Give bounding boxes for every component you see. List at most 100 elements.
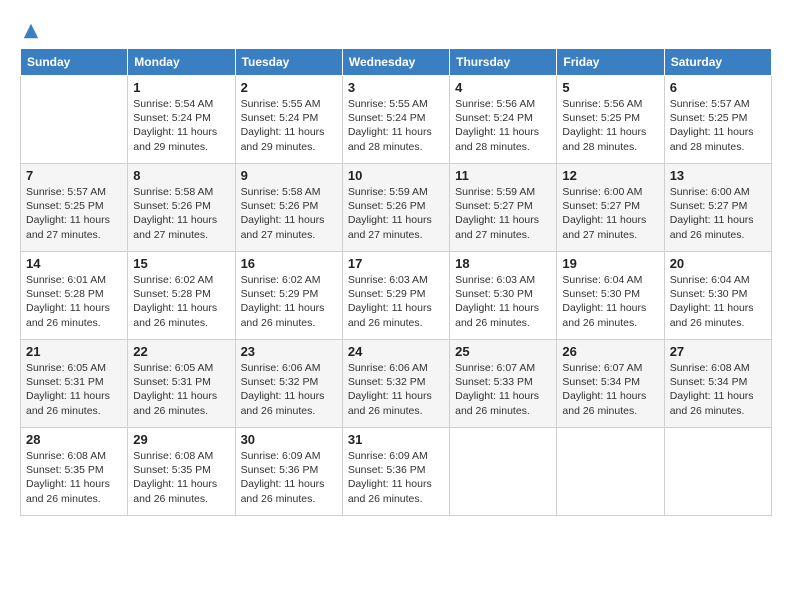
day-info: Sunrise: 6:08 AMSunset: 5:34 PMDaylight:… — [670, 361, 766, 418]
day-info: Sunrise: 6:04 AMSunset: 5:30 PMDaylight:… — [562, 273, 658, 330]
day-info: Sunrise: 5:56 AMSunset: 5:25 PMDaylight:… — [562, 97, 658, 154]
day-info: Sunrise: 5:57 AMSunset: 5:25 PMDaylight:… — [670, 97, 766, 154]
day-number: 5 — [562, 80, 658, 95]
day-number: 14 — [26, 256, 122, 271]
day-number: 3 — [348, 80, 444, 95]
week-row-5: 28 Sunrise: 6:08 AMSunset: 5:35 PMDayligh… — [21, 428, 772, 516]
day-number: 1 — [133, 80, 229, 95]
day-number: 24 — [348, 344, 444, 359]
calendar-cell: 3 Sunrise: 5:55 AMSunset: 5:24 PMDaylight… — [342, 76, 449, 164]
calendar: SundayMondayTuesdayWednesdayThursdayFrid… — [20, 48, 772, 516]
calendar-cell: 12 Sunrise: 6:00 AMSunset: 5:27 PMDayligh… — [557, 164, 664, 252]
calendar-cell: 30 Sunrise: 6:09 AMSunset: 5:36 PMDayligh… — [235, 428, 342, 516]
day-info: Sunrise: 6:08 AMSunset: 5:35 PMDaylight:… — [133, 449, 229, 506]
day-number: 28 — [26, 432, 122, 447]
day-info: Sunrise: 6:06 AMSunset: 5:32 PMDaylight:… — [348, 361, 444, 418]
calendar-cell: 15 Sunrise: 6:02 AMSunset: 5:28 PMDayligh… — [128, 252, 235, 340]
day-info: Sunrise: 5:59 AMSunset: 5:27 PMDaylight:… — [455, 185, 551, 242]
day-info: Sunrise: 6:09 AMSunset: 5:36 PMDaylight:… — [348, 449, 444, 506]
calendar-cell: 4 Sunrise: 5:56 AMSunset: 5:24 PMDaylight… — [450, 76, 557, 164]
calendar-cell: 14 Sunrise: 6:01 AMSunset: 5:28 PMDayligh… — [21, 252, 128, 340]
calendar-cell: 21 Sunrise: 6:05 AMSunset: 5:31 PMDayligh… — [21, 340, 128, 428]
calendar-cell: 7 Sunrise: 5:57 AMSunset: 5:25 PMDaylight… — [21, 164, 128, 252]
day-number: 2 — [241, 80, 337, 95]
calendar-cell: 5 Sunrise: 5:56 AMSunset: 5:25 PMDaylight… — [557, 76, 664, 164]
day-number: 29 — [133, 432, 229, 447]
week-row-3: 14 Sunrise: 6:01 AMSunset: 5:28 PMDayligh… — [21, 252, 772, 340]
day-number: 30 — [241, 432, 337, 447]
weekday-header-tuesday: Tuesday — [235, 49, 342, 76]
calendar-cell: 24 Sunrise: 6:06 AMSunset: 5:32 PMDayligh… — [342, 340, 449, 428]
calendar-cell: 23 Sunrise: 6:06 AMSunset: 5:32 PMDayligh… — [235, 340, 342, 428]
day-info: Sunrise: 5:57 AMSunset: 5:25 PMDaylight:… — [26, 185, 122, 242]
day-number: 7 — [26, 168, 122, 183]
weekday-header-wednesday: Wednesday — [342, 49, 449, 76]
day-info: Sunrise: 6:08 AMSunset: 5:35 PMDaylight:… — [26, 449, 122, 506]
day-number: 9 — [241, 168, 337, 183]
day-info: Sunrise: 6:06 AMSunset: 5:32 PMDaylight:… — [241, 361, 337, 418]
day-info: Sunrise: 6:05 AMSunset: 5:31 PMDaylight:… — [26, 361, 122, 418]
day-number: 23 — [241, 344, 337, 359]
day-info: Sunrise: 6:03 AMSunset: 5:29 PMDaylight:… — [348, 273, 444, 330]
day-info: Sunrise: 5:54 AMSunset: 5:24 PMDaylight:… — [133, 97, 229, 154]
day-number: 4 — [455, 80, 551, 95]
day-number: 12 — [562, 168, 658, 183]
calendar-cell — [21, 76, 128, 164]
calendar-cell: 2Sunrise: 5:55 AMSunset: 5:24 PMDaylight… — [235, 76, 342, 164]
header — [20, 20, 772, 40]
day-number: 13 — [670, 168, 766, 183]
day-info: Sunrise: 6:09 AMSunset: 5:36 PMDaylight:… — [241, 449, 337, 506]
day-info: Sunrise: 5:55 AMSunset: 5:24 PMDaylight:… — [348, 97, 444, 154]
day-info: Sunrise: 5:58 AMSunset: 5:26 PMDaylight:… — [241, 185, 337, 242]
day-number: 27 — [670, 344, 766, 359]
day-number: 26 — [562, 344, 658, 359]
day-info: Sunrise: 5:59 AMSunset: 5:26 PMDaylight:… — [348, 185, 444, 242]
day-number: 31 — [348, 432, 444, 447]
day-info: Sunrise: 6:00 AMSunset: 5:27 PMDaylight:… — [562, 185, 658, 242]
calendar-cell: 6 Sunrise: 5:57 AMSunset: 5:25 PMDaylight… — [664, 76, 771, 164]
weekday-header-monday: Monday — [128, 49, 235, 76]
day-info: Sunrise: 6:07 AMSunset: 5:34 PMDaylight:… — [562, 361, 658, 418]
calendar-cell: 27 Sunrise: 6:08 AMSunset: 5:34 PMDayligh… — [664, 340, 771, 428]
calendar-cell — [664, 428, 771, 516]
day-number: 11 — [455, 168, 551, 183]
calendar-cell: 8Sunrise: 5:58 AMSunset: 5:26 PMDaylight… — [128, 164, 235, 252]
week-row-2: 7 Sunrise: 5:57 AMSunset: 5:25 PMDaylight… — [21, 164, 772, 252]
day-info: Sunrise: 5:56 AMSunset: 5:24 PMDaylight:… — [455, 97, 551, 154]
weekday-header-friday: Friday — [557, 49, 664, 76]
day-info: Sunrise: 6:02 AMSunset: 5:29 PMDaylight:… — [241, 273, 337, 330]
calendar-cell: 29 Sunrise: 6:08 AMSunset: 5:35 PMDayligh… — [128, 428, 235, 516]
calendar-cell — [557, 428, 664, 516]
day-number: 21 — [26, 344, 122, 359]
logo-text — [20, 20, 40, 40]
weekday-header-saturday: Saturday — [664, 49, 771, 76]
day-number: 15 — [133, 256, 229, 271]
calendar-cell: 11 Sunrise: 5:59 AMSunset: 5:27 PMDayligh… — [450, 164, 557, 252]
day-number: 17 — [348, 256, 444, 271]
day-info: Sunrise: 6:02 AMSunset: 5:28 PMDaylight:… — [133, 273, 229, 330]
calendar-cell: 1 Sunrise: 5:54 AMSunset: 5:24 PMDaylight… — [128, 76, 235, 164]
calendar-cell: 22Sunrise: 6:05 AMSunset: 5:31 PMDayligh… — [128, 340, 235, 428]
day-info: Sunrise: 6:00 AMSunset: 5:27 PMDaylight:… — [670, 185, 766, 242]
day-info: Sunrise: 5:58 AMSunset: 5:26 PMDaylight:… — [133, 185, 229, 242]
week-row-4: 21 Sunrise: 6:05 AMSunset: 5:31 PMDayligh… — [21, 340, 772, 428]
day-number: 25 — [455, 344, 551, 359]
week-row-1: 1 Sunrise: 5:54 AMSunset: 5:24 PMDaylight… — [21, 76, 772, 164]
calendar-cell: 9 Sunrise: 5:58 AMSunset: 5:26 PMDaylight… — [235, 164, 342, 252]
calendar-cell: 19 Sunrise: 6:04 AMSunset: 5:30 PMDayligh… — [557, 252, 664, 340]
calendar-cell: 18Sunrise: 6:03 AMSunset: 5:30 PMDayligh… — [450, 252, 557, 340]
day-number: 16 — [241, 256, 337, 271]
day-info: Sunrise: 6:01 AMSunset: 5:28 PMDaylight:… — [26, 273, 122, 330]
calendar-cell: 28 Sunrise: 6:08 AMSunset: 5:35 PMDayligh… — [21, 428, 128, 516]
logo — [20, 20, 40, 40]
calendar-cell: 31 Sunrise: 6:09 AMSunset: 5:36 PMDayligh… — [342, 428, 449, 516]
day-number: 20 — [670, 256, 766, 271]
calendar-cell: 25 Sunrise: 6:07 AMSunset: 5:33 PMDayligh… — [450, 340, 557, 428]
day-number: 22 — [133, 344, 229, 359]
logo-icon — [22, 22, 40, 40]
day-number: 6 — [670, 80, 766, 95]
weekday-header-thursday: Thursday — [450, 49, 557, 76]
day-info: Sunrise: 6:03 AMSunset: 5:30 PMDaylight:… — [455, 273, 551, 330]
day-number: 19 — [562, 256, 658, 271]
day-info: Sunrise: 6:07 AMSunset: 5:33 PMDaylight:… — [455, 361, 551, 418]
